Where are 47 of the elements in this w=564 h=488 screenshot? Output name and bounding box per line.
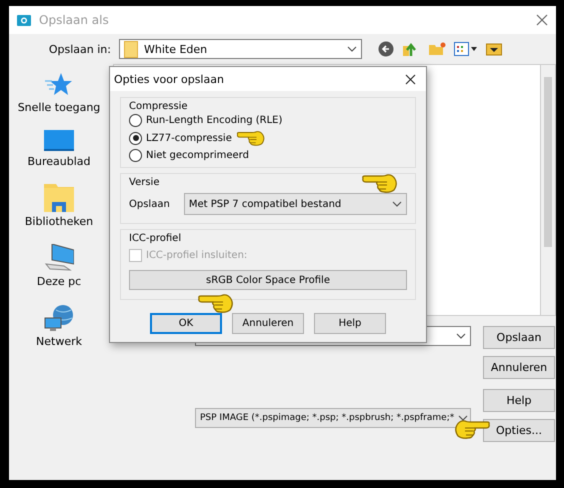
- radio-option[interactable]: LZ77-compressie: [129, 132, 232, 144]
- version-dropdown[interactable]: Met PSP 7 compatibel bestand: [184, 193, 407, 215]
- dialog-button[interactable]: Help: [314, 313, 386, 334]
- radio-option[interactable]: Run-Length Encoding (RLE): [129, 114, 282, 127]
- chevron-icon: [456, 333, 466, 339]
- monitor-icon: [44, 130, 74, 152]
- sidebar-place[interactable]: Netwerk: [36, 304, 82, 348]
- sidebar-place[interactable]: Bureaublad: [27, 130, 91, 168]
- close-icon[interactable]: [405, 74, 416, 84]
- chevron-icon: [347, 46, 357, 52]
- view-grid-icon[interactable]: [454, 42, 478, 56]
- dialog-button[interactable]: Annuleren: [483, 356, 555, 379]
- dialog-button[interactable]: Help: [483, 389, 555, 412]
- dialog-button[interactable]: Annuleren: [232, 313, 304, 334]
- version-label: Opslaan: [129, 198, 170, 210]
- star-icon: [44, 72, 74, 98]
- radio-option[interactable]: Niet gecomprimeerd: [129, 149, 249, 162]
- sidebar-place[interactable]: Bibliotheken: [24, 184, 94, 228]
- camera-icon: [17, 14, 31, 26]
- location-dropdown[interactable]: White Eden: [119, 39, 362, 59]
- chevron-icon: [458, 415, 468, 421]
- group-title: ICC-profiel: [129, 233, 182, 244]
- profile-button[interactable]: sRGB Color Space Profile: [129, 270, 407, 290]
- pointing-hand-icon: [236, 129, 266, 147]
- back-icon[interactable]: [378, 41, 394, 57]
- sidebar-place[interactable]: Deze pc: [36, 244, 82, 288]
- group-title: Compressie: [129, 101, 189, 112]
- pointing-hand-icon: [361, 172, 399, 194]
- dialog-button[interactable]: OK: [150, 313, 222, 334]
- group-title: Versie: [129, 177, 160, 188]
- pointing-hand-icon: [453, 418, 491, 440]
- chevron-icon: [392, 201, 402, 207]
- dialog-button[interactable]: Opties...: [483, 419, 555, 442]
- computer-icon: [44, 244, 74, 272]
- folder-down-icon[interactable]: [486, 42, 502, 56]
- folder-icon: [124, 40, 138, 58]
- dialog-title: Opties voor opslaan: [114, 72, 224, 86]
- scrollbar[interactable]: [541, 64, 556, 316]
- new-folder-icon[interactable]: [428, 42, 446, 56]
- window-title: Opslaan als: [39, 13, 109, 27]
- sidebar-place[interactable]: Snelle toegang: [18, 72, 100, 114]
- dialog-button[interactable]: Opslaan: [483, 326, 555, 349]
- network-icon: [44, 304, 74, 332]
- file-type-dropdown[interactable]: PSP IMAGE (*.pspimage; *.psp; *.pspbrush; *.pspframe;*: [195, 408, 471, 428]
- folder-icon: [44, 184, 74, 212]
- pointing-hand-icon: [197, 292, 235, 314]
- location-label: Opslaan in:: [48, 42, 112, 56]
